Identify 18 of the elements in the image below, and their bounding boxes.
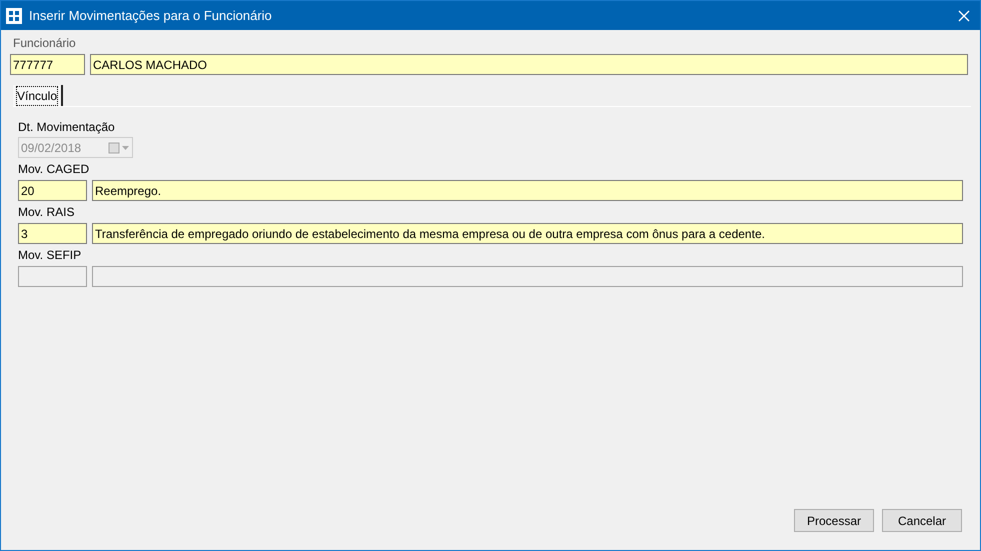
calendar-icon [108, 142, 130, 154]
window-icon [6, 8, 22, 24]
window-title: Inserir Movimentações para o Funcionário [29, 6, 272, 25]
tab[interactable]: Vínculo [13, 85, 64, 106]
code-field[interactable]: 3 [18, 223, 87, 244]
dialog-button[interactable]: Processar [794, 509, 874, 532]
close-icon[interactable] [958, 10, 970, 22]
field-label: Mov. RAIS [18, 204, 76, 221]
employee-code-field[interactable]: 777777 [10, 54, 85, 75]
description-field[interactable]: Transferência de empregado oriundo de estabelecimento da mesma empresa ou de outra empresa com ônus para a cedente. [92, 223, 963, 244]
field-label: Dt. Movimentação [18, 119, 116, 136]
employee-name-field[interactable]: CARLOS MACHADO [90, 54, 968, 75]
field-label: Mov. SEFIP [18, 247, 82, 264]
field-label: Mov. CAGED [18, 161, 90, 178]
field-label: Funcionário [13, 35, 77, 52]
code-field[interactable]: 20 [18, 180, 87, 201]
description-field[interactable]: Reemprego. [92, 180, 963, 201]
dialog-button[interactable]: Cancelar [882, 509, 962, 532]
